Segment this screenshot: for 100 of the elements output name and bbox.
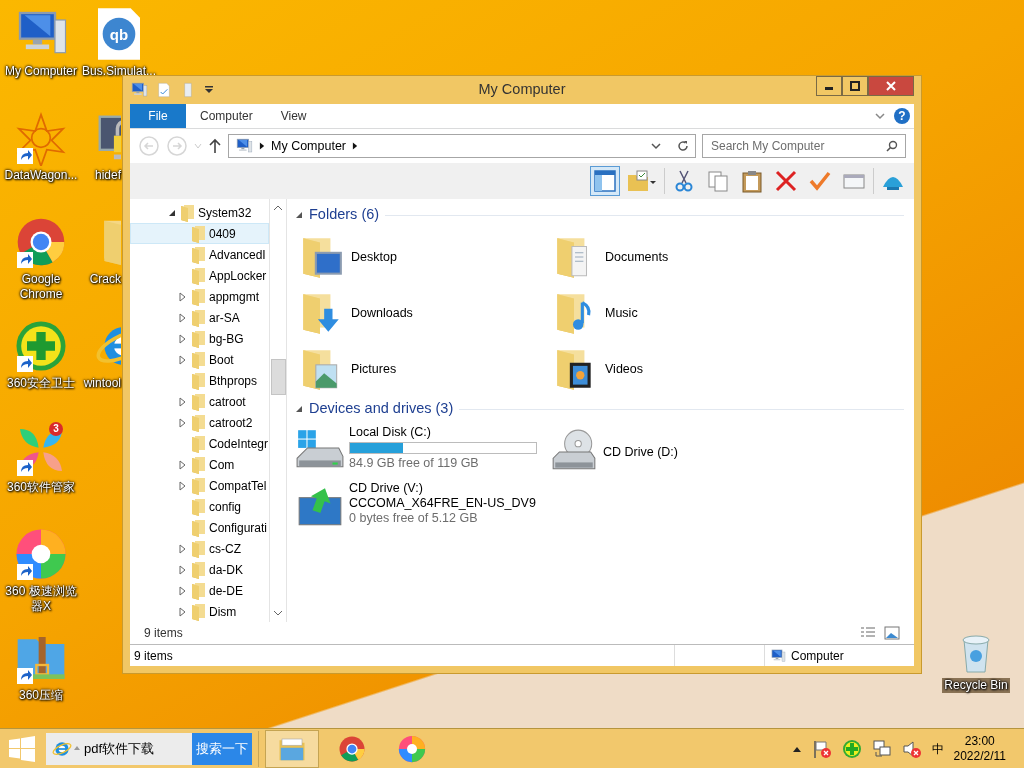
folder-icon [190,539,206,558]
tree-item[interactable]: da-DK [130,559,269,580]
ribbon-tab[interactable]: View [266,104,321,128]
tree-item[interactable]: Bthprops [130,370,269,391]
collapse-triangle-icon[interactable] [295,211,303,219]
tree-item[interactable]: Boot [130,349,269,370]
expand-triangle-icon[interactable] [179,312,186,323]
tree-item[interactable]: CompatTel [130,475,269,496]
folder-name[interactable]: Downloads [351,305,413,321]
collapse-triangle-icon[interactable] [295,405,303,413]
folder-name: config [209,498,242,516]
address-bar[interactable]: My Computer [228,134,696,158]
folder-name: AdvancedI [209,246,266,264]
close-button[interactable] [868,76,914,96]
search-button[interactable]: 搜索一下 [192,732,252,765]
tree-item[interactable]: CodeIntegr [130,433,269,454]
folder-name: Bthprops [209,372,258,390]
section-header[interactable]: Folders (6) [309,204,380,226]
clock-time: 23:00 [963,733,996,749]
tree-item[interactable]: bg-BG [130,328,269,349]
section-header[interactable]: Devices and drives (3) [309,398,454,420]
help-button[interactable]: ? [894,108,910,124]
flag-icon[interactable] [811,738,832,759]
tree-item[interactable]: Com [130,454,269,475]
folder-icon [190,371,206,390]
item-count: 9 items [144,625,183,642]
ribbon-tab[interactable]: File [130,104,186,128]
expand-triangle-icon[interactable] [179,564,186,575]
expand-triangle-icon[interactable] [179,543,186,554]
expand-triangle-icon[interactable] [179,333,186,344]
up-arrow-icon[interactable] [208,138,222,154]
tree-item[interactable]: cs-CZ [130,538,269,559]
refresh-icon[interactable] [677,140,689,152]
scrollbar[interactable] [269,199,286,622]
tree-item[interactable]: de-DE [130,580,269,601]
dropdown-chevron-icon[interactable] [651,141,661,151]
folder-name: appmgmt [209,288,260,306]
speaker-icon[interactable] [901,738,922,759]
folder-name: CodeIntegr [208,435,268,453]
computer-icon[interactable] [130,81,148,99]
tree-item[interactable]: Configurati [130,517,269,538]
minimize-button[interactable] [816,76,842,96]
free-space-text: 0 bytes free of 5.12 GB [349,511,479,526]
folder-icon [190,602,206,621]
expand-triangle-icon[interactable] [179,459,186,470]
network-icon[interactable] [871,738,892,759]
expand-triangle-icon[interactable] [179,585,186,596]
tree-item[interactable]: 0409 [130,223,269,244]
folder-name[interactable]: Music [605,305,638,321]
folder-name[interactable]: Documents [605,249,669,265]
tree-item[interactable]: System32 [130,202,269,223]
folder-name[interactable]: Videos [605,361,643,377]
folder-icon [190,455,206,474]
plus-circle-icon[interactable] [841,738,862,759]
large-icons-view-icon[interactable] [884,626,900,640]
drive-name[interactable]: Local Disk (C:) [349,425,537,440]
swirl-icon [397,733,427,764]
folder-name: CompatTel [209,477,267,495]
scrollbar-thumb[interactable] [270,359,286,395]
copy-icon [706,169,730,193]
toolbar-button[interactable] [590,166,620,196]
expand-triangle-icon[interactable] [179,396,186,407]
taskbar-app-button[interactable] [265,729,319,768]
tree-item[interactable]: catroot2 [130,412,269,433]
expand-ribbon-icon[interactable] [874,110,886,122]
expand-triangle-icon[interactable] [179,606,186,617]
tree-item[interactable]: ar-SA [130,307,269,328]
tree-item[interactable]: AdvancedI [130,244,269,265]
properties-icon[interactable] [156,82,172,98]
desktop-icon-label[interactable]: Recycle Bin [942,678,1010,693]
tree-item[interactable]: Dism [130,601,269,622]
ribbon-tab[interactable]: Computer [186,104,267,128]
folder-name: cs-CZ [209,540,241,558]
tree-item[interactable]: AppLocker [130,265,269,286]
tree-item[interactable]: catroot [130,391,269,412]
dropdown-caret-icon[interactable] [204,85,214,95]
preview-pane-icon [593,169,617,193]
maximize-button[interactable] [842,76,868,96]
search-field[interactable]: pdf软件下载 [46,732,192,765]
expand-triangle-icon[interactable] [179,480,186,491]
expand-triangle-icon[interactable] [179,417,186,428]
expand-triangle-icon[interactable] [179,291,186,302]
drive-name[interactable]: CD Drive (V:) [349,481,536,496]
scroll-up-icon[interactable] [273,203,283,213]
folder-name[interactable]: Pictures [351,361,397,377]
breadcrumb-item[interactable]: My Computer [271,136,347,156]
expand-triangle-icon[interactable] [179,354,186,365]
scroll-down-icon[interactable] [273,608,283,618]
folder-name[interactable]: Desktop [351,249,397,265]
folder-name: da-DK [209,561,243,579]
star-pattern-icon[interactable] [13,110,69,166]
tree-item[interactable]: appmgmt [130,286,269,307]
start-button[interactable] [8,735,36,762]
drive-name[interactable]: CD Drive (D:) [603,444,678,460]
tree-item[interactable]: config [130,496,269,517]
search-field[interactable]: Search My Computer [702,134,906,158]
folder-name: 0409 [209,225,236,243]
maximize-icon [850,81,860,91]
collapse-triangle-icon[interactable] [167,208,176,217]
input-method-indicator[interactable]: 中 [931,739,944,758]
